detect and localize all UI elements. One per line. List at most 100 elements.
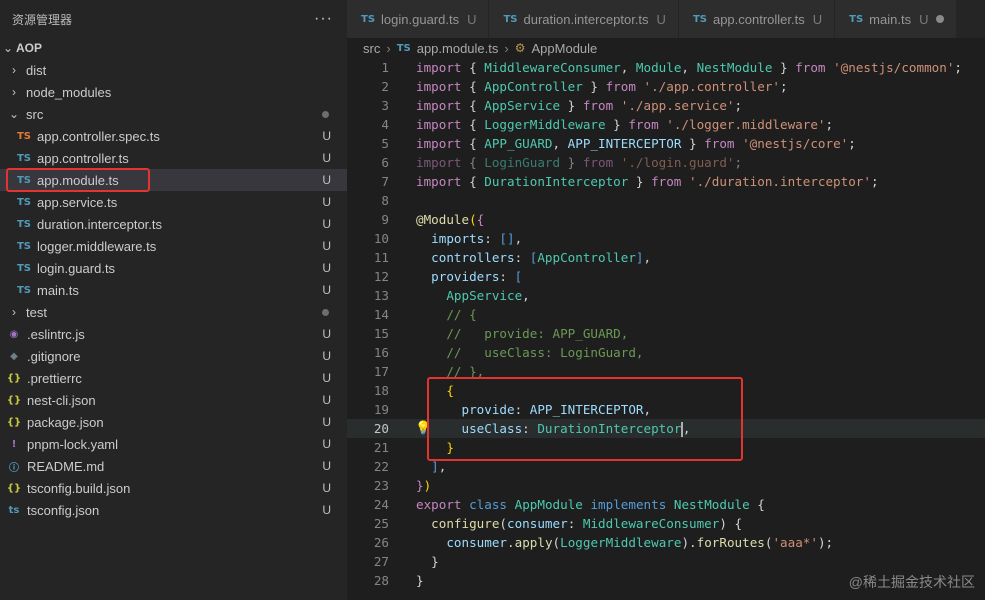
explorer-folder[interactable]: ⌄ src xyxy=(0,103,347,125)
code-text: // provide: APP_GUARD, xyxy=(416,324,628,343)
code-line[interactable]: 15 // provide: APP_GUARD, xyxy=(347,324,985,343)
explorer-folder[interactable]: › test xyxy=(0,301,347,323)
explorer-folder[interactable]: › dist xyxy=(0,59,347,81)
editor-tab[interactable]: TS login.guard.ts U xyxy=(347,0,490,38)
line-number: 28 xyxy=(373,573,389,588)
editor-tab[interactable]: TS main.ts U xyxy=(835,0,958,38)
explorer-file[interactable]: TS app.controller.spec.ts U xyxy=(0,125,347,147)
code-line[interactable]: 11 controllers: [AppController], xyxy=(347,248,985,267)
explorer-header: 资源管理器 ··· xyxy=(0,0,347,38)
explorer-file[interactable]: ts tsconfig.json U xyxy=(0,499,347,521)
git-status-badge: U xyxy=(322,217,331,231)
explorer-file[interactable]: ! pnpm-lock.yaml U xyxy=(0,433,347,455)
explorer-folder[interactable]: › node_modules xyxy=(0,81,347,103)
code-token: ); xyxy=(817,535,834,550)
unsaved-dot-icon[interactable] xyxy=(936,15,945,23)
watermark: @稀土掘金技术社区 xyxy=(848,574,975,590)
code-token: './login.guard' xyxy=(620,155,735,170)
code-token: export xyxy=(416,497,462,512)
breadcrumb-symbol[interactable]: AppModule xyxy=(532,41,598,56)
code-text: controllers: [AppController], xyxy=(416,248,651,267)
code-token: ; xyxy=(734,155,743,170)
code-token: '@nestjs/common' xyxy=(833,60,955,75)
tab-bar: TS login.guard.ts U TS duration.interceptor.… xyxy=(347,0,985,38)
code-line[interactable]: 13 AppService, xyxy=(347,286,985,305)
code-token: import xyxy=(416,155,462,170)
explorer-file[interactable]: {} nest-cli.json U xyxy=(0,389,347,411)
explorer-file[interactable]: TS app.service.ts U xyxy=(0,191,347,213)
chevron-down-icon: ⌄ xyxy=(2,41,14,55)
explorer-file[interactable]: TS duration.interceptor.ts U xyxy=(0,213,347,235)
explorer-file[interactable]: ◆ .gitignore U xyxy=(0,345,347,367)
code-line[interactable]: 12 providers: [ xyxy=(347,267,985,286)
explorer-file[interactable]: ⓘ README.md U xyxy=(0,455,347,477)
code-line[interactable]: 9 @Module({ xyxy=(347,210,985,229)
code-token: { xyxy=(461,155,485,170)
code-token: , xyxy=(620,60,636,75)
explorer-file[interactable]: TS login.guard.ts U xyxy=(0,257,347,279)
code-token: import xyxy=(416,174,462,189)
editor-tab[interactable]: TS app.controller.ts U xyxy=(678,0,836,38)
code-line[interactable]: 10 imports: [], xyxy=(347,229,985,248)
breadcrumb-file[interactable]: app.module.ts xyxy=(417,41,499,56)
code-line[interactable]: 23}) xyxy=(347,476,985,495)
ts-file-icon: TS xyxy=(16,196,32,208)
code-text: import { AppService } from './app.servic… xyxy=(416,96,742,115)
code-token: ] xyxy=(635,250,644,265)
code-token: './app.controller' xyxy=(643,79,780,94)
breadcrumb: src › TS app.module.ts › ⚙ AppModule xyxy=(347,38,985,58)
code-token: { xyxy=(461,98,485,113)
code-line[interactable]: 25 configure(consumer: MiddlewareConsume… xyxy=(347,514,985,533)
code-line[interactable]: 24 export class AppModule implements Nest… xyxy=(347,495,985,514)
code-token: consumer xyxy=(507,516,568,531)
line-number: 24 xyxy=(373,497,389,512)
code-line[interactable]: 4 import { LoggerMiddleware } from './log… xyxy=(347,115,985,134)
line-number: 19 xyxy=(373,402,389,417)
code-token: } xyxy=(560,98,583,113)
code-line[interactable]: 26 consumer.apply(LoggerMiddleware).forR… xyxy=(347,533,985,552)
explorer-file[interactable]: TS logger.middleware.ts U xyxy=(0,235,347,257)
line-number: 12 xyxy=(373,269,389,284)
git-status-badge: U xyxy=(322,371,331,385)
highlight-box-file xyxy=(6,168,150,192)
code-token: . xyxy=(507,535,515,550)
code-text: configure(consumer: MiddlewareConsumer) … xyxy=(416,514,742,533)
code-line[interactable]: 8 xyxy=(347,191,985,210)
line-number: 23 xyxy=(373,478,389,493)
code-line[interactable]: 7 import { DurationInterceptor } from './… xyxy=(347,172,985,191)
code-token: import xyxy=(416,60,462,75)
code-token: ). xyxy=(681,535,697,550)
breadcrumb-folder[interactable]: src xyxy=(363,41,380,56)
code-line[interactable]: 16 // useClass: LoginGuard, xyxy=(347,343,985,362)
explorer-file[interactable]: {} tsconfig.build.json U xyxy=(0,477,347,499)
explorer-sidebar: 资源管理器 ··· ⌄ AOP › dist › node_modules ⌄ src TS… xyxy=(0,0,347,600)
code-line[interactable]: 6 import { LoginGuard } from './login.gua… xyxy=(347,153,985,172)
explorer-root-folder[interactable]: ⌄ AOP xyxy=(0,37,347,59)
explorer-file[interactable]: TS app.controller.ts U xyxy=(0,147,347,169)
line-number: 27 xyxy=(373,554,389,569)
more-actions-icon[interactable]: ··· xyxy=(314,10,333,28)
code-line[interactable]: 5 import { APP_GUARD, APP_INTERCEPTOR } f… xyxy=(347,134,985,153)
code-line[interactable]: 14 // { xyxy=(347,305,985,324)
git-modified-dot-icon xyxy=(322,309,329,316)
code-token: ; xyxy=(780,79,788,94)
code-token: , xyxy=(514,231,523,246)
code-token: { xyxy=(461,174,485,189)
code-line[interactable]: 2 import { AppController } from './app.co… xyxy=(347,77,985,96)
code-token: forRoutes xyxy=(696,535,765,550)
code-line[interactable]: 27 } xyxy=(347,552,985,571)
editor-tab[interactable]: TS duration.interceptor.ts U xyxy=(489,0,679,38)
ts-orange-file-icon: TS xyxy=(16,130,32,142)
code-line[interactable]: 3 import { AppService } from './app.servi… xyxy=(347,96,985,115)
code-token: @Module xyxy=(416,212,470,227)
code-line[interactable]: 1 import { MiddlewareConsumer, Module, Ne… xyxy=(347,58,985,77)
explorer-file[interactable]: {} package.json U xyxy=(0,411,347,433)
explorer-file[interactable]: ◉ .eslintrc.js U xyxy=(0,323,347,345)
explorer-file[interactable]: {} .prettierrc U xyxy=(0,367,347,389)
explorer-file[interactable]: TS main.ts U xyxy=(0,279,347,301)
